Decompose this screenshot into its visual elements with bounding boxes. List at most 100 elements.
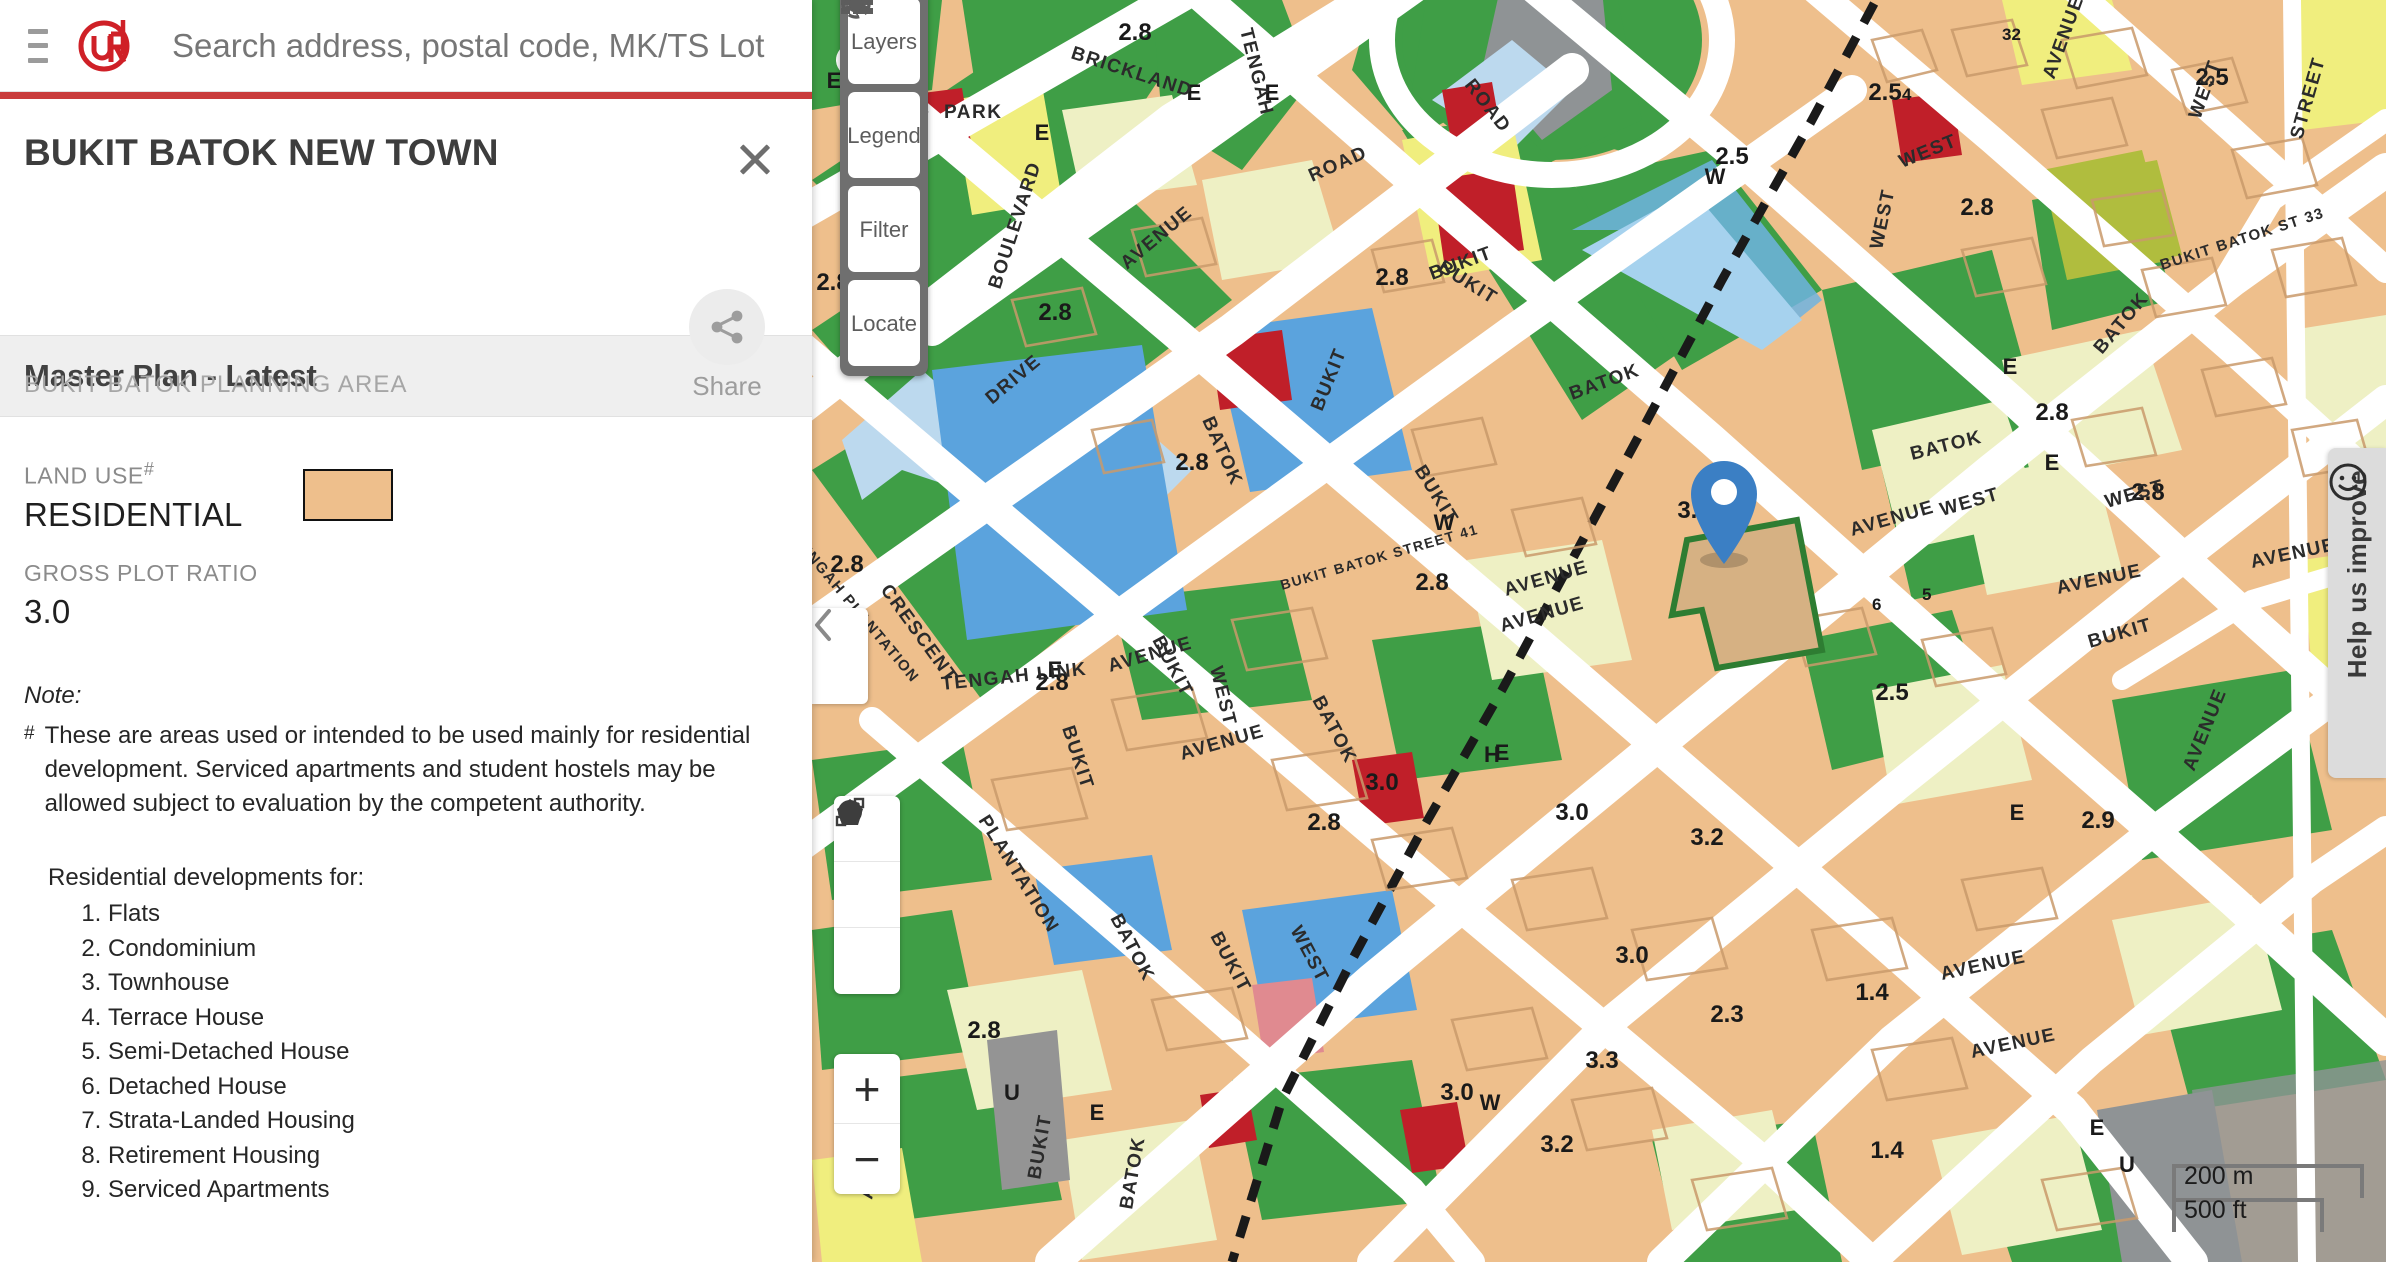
svg-text:W: W [1705, 164, 1726, 189]
svg-text:3.0: 3.0 [1615, 942, 1648, 969]
svg-text:2.9: 2.9 [2081, 807, 2114, 834]
ura-logo-icon [78, 19, 130, 71]
svg-text:3.0: 3.0 [1365, 769, 1398, 796]
map-tool-palette[interactable]: Layers Legend Filter Locate [840, 0, 928, 376]
measure-polygon-button[interactable] [834, 799, 900, 928]
share-icon [711, 310, 743, 344]
filter-button[interactable]: Filter [848, 0, 920, 272]
svg-text:2.8: 2.8 [967, 1017, 1000, 1044]
locate-label: Locate [850, 311, 918, 336]
share-icon-circle [689, 289, 765, 365]
land-use-marker: # [143, 459, 155, 479]
svg-text:2.3: 2.3 [1710, 1001, 1743, 1028]
draw-tools[interactable] [834, 796, 900, 994]
zoom-in-button[interactable]: + [834, 1054, 900, 1124]
page-title: BUKIT BATOK NEW TOWN [24, 132, 499, 173]
locate-icon [841, 0, 871, 19]
svg-text:W: W [1480, 1090, 1501, 1115]
svg-text:3.2: 3.2 [1690, 824, 1723, 851]
land-use-row: LAND USE# RESIDENTIAL [24, 459, 788, 534]
smiley-icon [2329, 463, 2367, 501]
svg-text:3.0: 3.0 [1440, 1079, 1473, 1106]
attributes-block: LAND USE# RESIDENTIAL GROSS PLOT RATIO 3… [0, 417, 812, 631]
svg-text:PARK: PARK [944, 102, 1002, 123]
svg-text:3.2: 3.2 [1540, 1131, 1573, 1158]
locate-button[interactable]: Locate [841, 0, 920, 366]
zoom-out-button[interactable]: − [834, 1124, 900, 1194]
panel-header: BUKIT BATOK NEW TOWN Share BUKIT BATOK P… [0, 99, 812, 401]
svg-text:U: U [1004, 1080, 1020, 1105]
dev-list-item: Terrace House [108, 1001, 788, 1036]
dev-list-item: Retirement Housing [108, 1139, 788, 1174]
search-input[interactable] [172, 26, 812, 65]
svg-text:32: 32 [2002, 25, 2021, 44]
menu-icon[interactable] [28, 28, 48, 63]
dev-list-item: Flats [108, 897, 788, 932]
svg-text:2.8: 2.8 [1038, 299, 1071, 326]
search-area [172, 0, 812, 92]
svg-text:E: E [2010, 800, 2025, 825]
zoom-controls[interactable]: + − [834, 1054, 900, 1194]
note-marker: # [24, 722, 35, 744]
svg-text:E: E [2045, 450, 2060, 475]
gpr-value: 3.0 [24, 592, 71, 630]
share-label: Share [692, 371, 762, 401]
svg-text:E: E [2003, 354, 2018, 379]
note-title: Note: [24, 681, 82, 709]
dev-list-item: Townhouse [108, 966, 788, 1001]
scale-imperial: 500 ft [2184, 1196, 2247, 1224]
panel-close-button[interactable] [734, 139, 776, 181]
map-graphic: 2.8 2.5 2.8 2.8 2.8 2.8 2.8 2.8 2.8 2.8 … [812, 0, 2386, 1262]
svg-text:2.8: 2.8 [1375, 264, 1408, 291]
svg-text:3.0: 3.0 [1555, 799, 1588, 826]
svg-text:4: 4 [1902, 85, 1912, 104]
dev-list-item: Condominium [108, 932, 788, 967]
svg-text:E: E [1035, 120, 1050, 145]
panel-collapse-handle[interactable] [812, 608, 868, 704]
svg-text:1.4: 1.4 [1855, 979, 1889, 1006]
note-block: Note: # These are areas used or intended… [0, 679, 812, 1208]
dev-list-item: Strata-Landed Housing [108, 1104, 788, 1139]
land-use-color-swatch [302, 469, 393, 521]
chevron-left-icon [815, 609, 831, 641]
ura-space-app: 2.8 2.5 2.8 2.8 2.8 2.8 2.8 2.8 2.8 2.8 … [0, 0, 2386, 1262]
map-canvas[interactable]: 2.8 2.5 2.8 2.8 2.8 2.8 2.8 2.8 2.8 2.8 … [812, 0, 2386, 1262]
dev-list: FlatsCondominiumTownhouseTerrace HouseSe… [24, 897, 788, 1208]
svg-text:6: 6 [1872, 595, 1881, 614]
svg-text:U: U [2119, 1152, 2135, 1177]
land-use-value: RESIDENTIAL [24, 495, 243, 533]
note-text: These are areas used or intended to be u… [44, 721, 751, 817]
svg-text:E: E [1090, 1100, 1105, 1125]
svg-text:2.8: 2.8 [1118, 19, 1151, 46]
land-use-key-text: LAND USE [24, 462, 144, 489]
svg-text:1.4: 1.4 [1870, 1137, 1904, 1164]
ura-logo[interactable] [78, 18, 134, 74]
svg-text:2.8: 2.8 [1960, 194, 1993, 221]
svg-text:2.5: 2.5 [1875, 679, 1908, 706]
layers-label: Layers [850, 29, 918, 54]
planning-area-subtitle: BUKIT BATOK PLANNING AREA [24, 371, 408, 398]
measure-circle-button[interactable] [834, 800, 900, 994]
scale-metric: 200 m [2184, 1162, 2254, 1190]
svg-text:2.5: 2.5 [1868, 79, 1901, 106]
share-button[interactable]: Share [672, 289, 782, 402]
land-use-key: LAND USE# [24, 459, 243, 490]
dev-list-item: Semi-Detached House [108, 1035, 788, 1070]
filter-label: Filter [859, 217, 909, 242]
svg-text:2.8: 2.8 [2035, 399, 2068, 426]
svg-text:2.8: 2.8 [1175, 449, 1208, 476]
dev-heading: Residential developments for: [48, 863, 365, 891]
svg-text:E: E [2090, 1115, 2105, 1140]
legend-button[interactable]: Legend [841, 0, 921, 178]
svg-text:5: 5 [1922, 585, 1931, 604]
svg-text:H: H [1484, 742, 1500, 767]
note-body: # These are areas used or intended to be… [24, 719, 788, 821]
svg-text:3.3: 3.3 [1585, 1047, 1618, 1074]
info-panel: BUKIT BATOK NEW TOWN Share BUKIT BATOK P… [0, 0, 812, 1262]
dev-list-item: Detached House [108, 1070, 788, 1105]
help-us-improve-tab[interactable]: Help us improve [2328, 448, 2386, 778]
legend-label: Legend [847, 123, 921, 148]
top-bar [0, 0, 812, 92]
circle-icon [838, 800, 862, 824]
scale-bar: 200 m 500 ft [2172, 1162, 2364, 1232]
